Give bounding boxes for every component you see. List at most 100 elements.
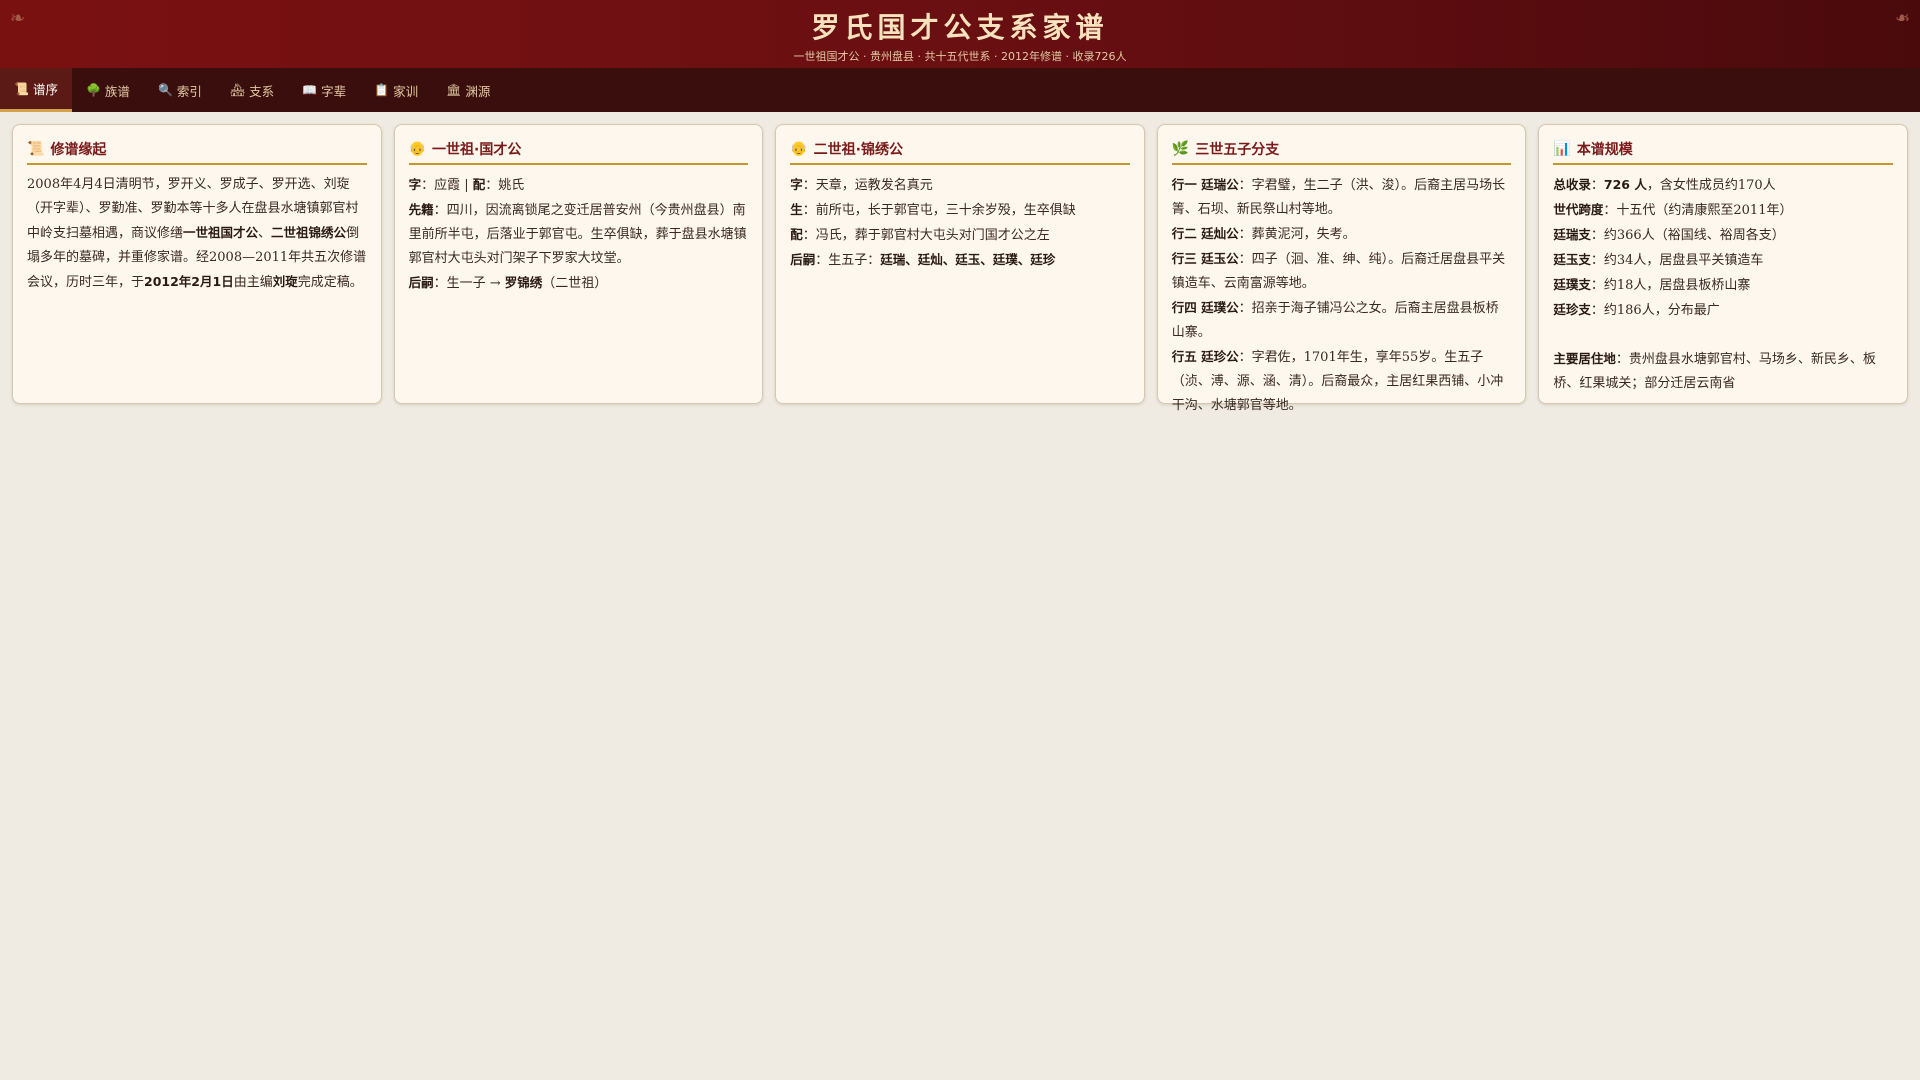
tab-index[interactable]: 🔍 索引 xyxy=(144,68,216,112)
field-value: ： xyxy=(1590,178,1604,193)
field-key: 廷瑞支 xyxy=(1553,227,1591,242)
field-value: ：约366人（裕国线、裕周各支） xyxy=(1590,228,1785,243)
bold-text: 刘琁 xyxy=(272,274,298,289)
field-key: 后嗣 xyxy=(790,252,816,267)
card-first-ancestor: 👴 一世祖·国才公 字：应霞 | 配：姚氏 先籍：四川，因流离锁尾之变迁居普安州… xyxy=(393,124,764,404)
tree-icon: 🌳 xyxy=(85,83,101,97)
card-title: 👴 一世祖·国才公 xyxy=(408,139,749,165)
card-body: 字：应霞 | 配：姚氏 先籍：四川，因流离锁尾之变迁居普安州（今贵州盘县）南里前… xyxy=(409,173,749,296)
field-key: 字 xyxy=(790,177,803,192)
field-key: 生 xyxy=(790,202,803,217)
clipboard-icon: 📋 xyxy=(374,83,390,97)
card-second-ancestor: 👴 二世祖·锦绣公 字：天章，运教发名真元 生：前所屯，长于郭官屯，三十余岁殁，… xyxy=(775,124,1145,404)
houses-icon: 🏘 xyxy=(229,83,246,97)
card-title-text: 二世祖·锦绣公 xyxy=(813,142,903,158)
card-title-text: 三世五子分支 xyxy=(1195,142,1280,158)
card-grid: 📜 修谱缘起 2008年4月4日清明节，罗开义、罗成子、罗开选、刘琁（开字辈）、… xyxy=(0,112,1920,416)
field-value: ，含女性成员约170人 xyxy=(1646,178,1776,193)
field-value: ：天章，运教发名真元 xyxy=(802,178,933,193)
bold-text: 726 人 xyxy=(1603,177,1647,192)
card-body: 行一 廷瑞公：字君璧，生二子（洪、浚）。后裔主居马场长箐、石坝、新民祭山村等地。… xyxy=(1172,173,1512,418)
card-body: 总收录：726 人，含女性成员约170人 世代跨度：十五代（约清康熙至2011年… xyxy=(1553,173,1893,396)
card-title: 🌿 三世五子分支 xyxy=(1171,139,1512,165)
field-key: 行一 廷瑞公 xyxy=(1171,177,1239,192)
scroll-icon: 📜 xyxy=(27,141,45,157)
leaf-icon: 🌿 xyxy=(1171,141,1190,157)
page-title: 罗氏国才公支系家谱 xyxy=(811,11,1109,44)
field-value: ：冯氏，葬于郭官村大屯头对门国才公之左 xyxy=(802,228,1050,243)
field-key: 行三 廷玉公 xyxy=(1171,251,1239,266)
info-line: 廷玉支：约34人，居盘县平关镇造车 xyxy=(1553,248,1893,273)
field-key: 廷珍支 xyxy=(1553,302,1591,317)
bold-text: 一世祖国才公 xyxy=(183,225,259,240)
tab-label: 谱序 xyxy=(32,82,58,97)
info-line: 字：天章，运教发名真元 xyxy=(790,173,1130,198)
tab-branches[interactable]: 🏘 支系 xyxy=(216,68,288,112)
field-value: ：前所屯，长于郭官屯，三十余岁殁，生卒俱缺 xyxy=(802,203,1076,218)
page-subtitle: 一世祖国才公 · 贵州盘县 · 共十五代世系 · 2012年修谱 · 收录726… xyxy=(793,50,1127,63)
field-value: ：葬黄泥河，失考。 xyxy=(1238,227,1356,242)
tab-label: 字辈 xyxy=(321,83,347,99)
tab-preface[interactable]: 📜 谱序 xyxy=(0,68,72,112)
text: 完成定稿。 xyxy=(297,275,363,290)
field-key: 主要居住地 xyxy=(1553,351,1616,366)
tab-label: 渊源 xyxy=(465,83,491,99)
card-third-generation-branches: 🌿 三世五子分支 行一 廷瑞公：字君璧，生二子（洪、浚）。后裔主居马场长箐、石坝… xyxy=(1156,124,1527,413)
field-value: ：十五代（约清康熙至2011年） xyxy=(1603,203,1793,218)
scroll-icon: 📜 xyxy=(14,81,29,96)
chart-icon: 📊 xyxy=(1553,141,1571,157)
tab-family-rules[interactable]: 📋 家训 xyxy=(360,68,432,112)
field-value: ：应霞 | xyxy=(421,178,473,193)
text: 由主编 xyxy=(233,275,273,290)
tab-label: 家训 xyxy=(393,83,419,99)
field-key: 总收录 xyxy=(1553,177,1591,192)
tab-origins[interactable]: 🏛 渊源 xyxy=(432,68,504,112)
field-value: ：生五子： xyxy=(815,253,881,268)
field-key: 配 xyxy=(472,177,486,192)
field-key: 廷璞支 xyxy=(1553,277,1591,292)
info-line: 行四 廷璞公：招亲于海子铺冯公之女。后裔主居盘县板桥山寨。 xyxy=(1172,296,1512,345)
info-line: 字：应霞 | 配：姚氏 xyxy=(409,173,749,198)
info-line: 总收录：726 人，含女性成员约170人 xyxy=(1553,173,1893,198)
tab-generation-names[interactable]: 📖 字辈 xyxy=(288,68,360,112)
field-value: ：四川，因流离锁尾之变迁居普安州（今贵州盘县）南里前所半屯，后落业于郭官屯。生卒… xyxy=(408,203,747,266)
info-line: 后嗣：生一子 → 罗锦绣（二世祖） xyxy=(409,271,749,296)
paragraph: 2008年4月4日清明节，罗开义、罗成子、罗开选、刘琁（开字辈）、罗勤准、罗勤本… xyxy=(27,173,367,295)
info-line: 生：前所屯，长于郭官屯，三十余岁殁，生卒俱缺 xyxy=(790,198,1130,223)
elder-icon: 👴 xyxy=(790,141,808,157)
book-icon: 📖 xyxy=(302,83,318,97)
info-line: 主要居住地：贵州盘县水塘郭官村、马场乡、新民乡、板桥、红果城关；部分迁居云南省 xyxy=(1553,347,1893,396)
card-compilation-origin: 📜 修谱缘起 2008年4月4日清明节，罗开义、罗成子、罗开选、刘琁（开字辈）、… xyxy=(12,124,382,404)
search-icon: 🔍 xyxy=(157,83,173,97)
field-key: 字 xyxy=(408,177,422,192)
card-title: 👴 二世祖·锦绣公 xyxy=(790,139,1130,165)
field-value: ：约186人，分布最广 xyxy=(1590,303,1720,318)
info-line: 世代跨度：十五代（约清康熙至2011年） xyxy=(1553,198,1893,223)
card-body: 字：天章，运教发名真元 生：前所屯，长于郭官屯，三十余岁殁，生卒俱缺 配：冯氏，… xyxy=(790,173,1130,273)
temple-icon: 🏛 xyxy=(446,83,462,97)
field-key: 世代跨度 xyxy=(1553,202,1604,217)
card-genealogy-scale: 📊 本谱规模 总收录：726 人，含女性成员约170人 世代跨度：十五代（约清康… xyxy=(1538,124,1908,404)
field-value: （二世祖） xyxy=(542,276,608,291)
field-key: 配 xyxy=(790,227,803,242)
field-key: 后嗣 xyxy=(408,275,434,290)
card-title-text: 一世祖·国才公 xyxy=(432,142,522,158)
field-value: ：约34人，居盘县平关镇造车 xyxy=(1590,253,1764,268)
info-line: 廷瑞支：约366人（裕国线、裕周各支） xyxy=(1553,223,1893,248)
tab-family-tree[interactable]: 🌳 族谱 xyxy=(72,68,144,112)
info-line: 廷珍支：约186人，分布最广 xyxy=(1553,298,1893,323)
card-body: 2008年4月4日清明节，罗开义、罗成子、罗开选、刘琁（开字辈）、罗勤准、罗勤本… xyxy=(27,173,367,295)
info-line: 行三 廷玉公：四子（洄、准、绅、纯）。后裔迁居盘县平关镇造车、云南富源等地。 xyxy=(1172,247,1512,296)
field-key: 行二 廷灿公 xyxy=(1171,226,1239,241)
field-key: 廷玉支 xyxy=(1553,252,1591,267)
info-line: 行二 廷灿公：葬黄泥河，失考。 xyxy=(1172,222,1512,247)
bold-text: 二世祖锦绣公 xyxy=(271,225,347,240)
info-line: 行一 廷瑞公：字君璧，生二子（洪、浚）。后裔主居马场长箐、石坝、新民祭山村等地。 xyxy=(1172,173,1512,222)
field-key: 先籍 xyxy=(408,202,434,217)
info-line: 后嗣：生五子：廷瑞、廷灿、廷玉、廷璞、廷珍 xyxy=(790,248,1130,273)
card-title-text: 本谱规模 xyxy=(1576,142,1633,158)
bold-text: 罗锦绣 xyxy=(504,275,543,290)
ornament-right-icon: ❧ xyxy=(1894,8,1910,29)
card-title: 📜 修谱缘起 xyxy=(27,139,367,165)
